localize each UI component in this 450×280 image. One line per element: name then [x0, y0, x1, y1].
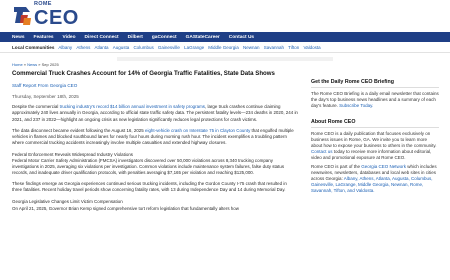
local-link-atlanta[interactable]: Atlanta	[95, 45, 109, 50]
local-link-newnan[interactable]: Newnan	[243, 45, 260, 50]
local-communities-bar: Local Communities Albany Athens Atlanta …	[0, 42, 450, 53]
local-communities-label: Local Communities	[12, 44, 55, 50]
local-link-valdosta[interactable]: Valdosta	[303, 45, 320, 50]
logo-mark-icon	[12, 4, 32, 26]
article-date: Thursday, September 18th, 2025	[12, 94, 79, 100]
nav-video[interactable]: Video	[63, 35, 76, 40]
nav-gastatecareer[interactable]: GAStateCareer	[186, 35, 220, 40]
sidebar: Get the Daily Rome CEO Briefing The Rome…	[311, 79, 439, 194]
local-link-middle-georgia[interactable]: Middle Georgia	[208, 45, 239, 50]
logo-brand-text: CEO	[34, 6, 79, 29]
network-description: Rome CEO is part of the Georgia CEO Netw…	[311, 164, 437, 193]
local-link-lagrange[interactable]: LaGrange	[184, 45, 204, 50]
local-link-savannah[interactable]: Savannah	[264, 45, 284, 50]
main-navigation: News Features Video Direct Connect Dilbe…	[0, 32, 450, 42]
local-link-gainesville[interactable]: Gainesville	[158, 45, 180, 50]
article-paragraph: Despite the commercial trucking industry…	[12, 104, 298, 122]
article-paragraph: These findings emerge as Georgia experie…	[12, 181, 287, 193]
site-header: ROME CEO	[0, 0, 450, 32]
article-inline-link[interactable]: trucking industry's record $14 billion a…	[60, 104, 205, 109]
nav-direct-connect[interactable]: Direct Connect	[85, 35, 119, 40]
breadcrumb: Home » News » Sep 2025	[12, 62, 298, 67]
local-link-athens[interactable]: Athens	[76, 45, 90, 50]
article-paragraph: The data disconnect became evident follo…	[12, 127, 294, 145]
nav-gaconnect[interactable]: gaConnect	[152, 35, 177, 40]
about-heading: About Rome CEO	[311, 119, 439, 128]
nav-news[interactable]: News	[12, 35, 25, 40]
local-link-tifton[interactable]: Tifton	[288, 45, 299, 50]
article-paragraph: On April 21, 2025, Governor Brian Kemp s…	[12, 205, 239, 211]
local-link-augusta[interactable]: Augusta	[113, 45, 130, 50]
newsletter-heading: Get the Daily Rome CEO Briefing	[311, 79, 439, 88]
subscribe-link[interactable]: Subscribe Today.	[339, 103, 373, 108]
georgia-ceo-network-link[interactable]: Georgia CEO Network	[361, 164, 406, 169]
breadcrumb-current: Sep 2025	[41, 62, 59, 67]
article-main: Home » News » Sep 2025 Commercial Truck …	[12, 61, 298, 212]
article-inline-link[interactable]: eight-vehicle crash on Interstate 75 in …	[145, 128, 250, 133]
site-logo[interactable]: ROME CEO	[12, 1, 79, 29]
article-title: Commercial Truck Crashes Account for 14%…	[12, 70, 275, 77]
nav-features[interactable]: Features	[34, 35, 54, 40]
local-link-albany[interactable]: Albany	[58, 45, 72, 50]
newsletter-description: The Rome CEO Briefing is a daily email n…	[311, 91, 439, 108]
nav-contact-us[interactable]: Contact Us	[229, 35, 254, 40]
local-link-columbus[interactable]: Columbus	[133, 45, 153, 50]
article-paragraph: Federal Motor Carrier Safety Administrat…	[12, 157, 285, 176]
contact-us-link[interactable]: Contact us	[311, 149, 333, 154]
breadcrumb-news[interactable]: News	[27, 62, 37, 67]
breadcrumb-home[interactable]: Home	[12, 62, 23, 67]
article-byline[interactable]: Staff Report From Georgia CEO	[12, 83, 298, 88]
nav-dilbert[interactable]: Dilbert	[128, 35, 143, 40]
about-description: Rome CEO is a daily publication that foc…	[311, 131, 437, 160]
